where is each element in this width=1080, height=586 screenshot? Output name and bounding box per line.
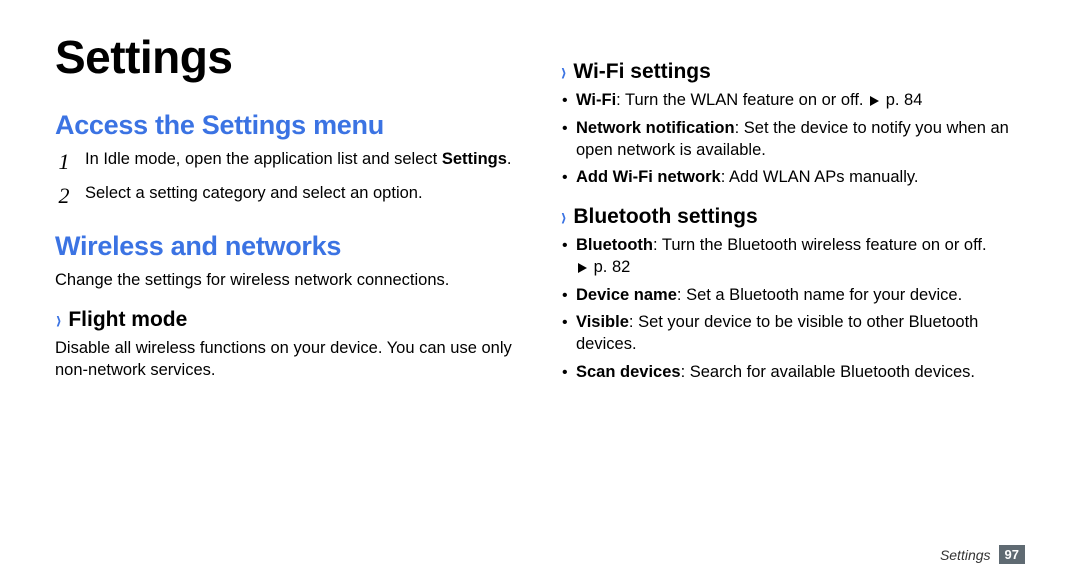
wifi-list: Wi-Fi: Turn the WLAN feature on or off. …	[560, 90, 1025, 189]
step-number: 2	[55, 185, 73, 207]
list-item: Scan devices: Search for available Bluet…	[560, 362, 1025, 384]
step-pre: Select a setting category and select an …	[85, 184, 423, 202]
page-title: Settings	[55, 30, 520, 84]
steps-list: 1 In Idle mode, open the application lis…	[55, 149, 520, 207]
item-bold: Add Wi-Fi network	[576, 168, 721, 186]
subheading-bluetooth-settings: › Bluetooth settings	[560, 205, 1025, 229]
list-item: Wi-Fi: Turn the WLAN feature on or off. …	[560, 90, 1025, 112]
subheading-text: Flight mode	[68, 308, 187, 332]
step-row: 2 Select a setting category and select a…	[55, 183, 520, 207]
subheading-wifi-settings: › Wi-Fi settings	[560, 60, 1025, 84]
footer-section: Settings	[940, 547, 991, 563]
step-bold: Settings	[442, 150, 507, 168]
list-item: Bluetooth: Turn the Bluetooth wireless f…	[560, 235, 1025, 279]
item-ref: p. 84	[886, 91, 923, 109]
step-text: In Idle mode, open the application list …	[85, 149, 512, 171]
ref-triangle-icon	[870, 96, 879, 106]
item-text: : Set your device to be visible to other…	[576, 313, 978, 353]
heading-wireless-networks: Wireless and networks	[55, 231, 520, 262]
item-bold: Bluetooth	[576, 236, 653, 254]
subheading-text: Wi-Fi settings	[573, 60, 710, 84]
item-text: : Turn the Bluetooth wireless feature on…	[653, 236, 987, 254]
list-item: Add Wi-Fi network: Add WLAN APs manually…	[560, 167, 1025, 189]
step-number: 1	[55, 151, 73, 173]
item-text: : Add WLAN APs manually.	[721, 168, 919, 186]
right-column: › Wi-Fi settings Wi-Fi: Turn the WLAN fe…	[560, 30, 1025, 390]
step-post: .	[507, 150, 512, 168]
subheading-flight-mode: › Flight mode	[55, 308, 520, 332]
step-pre: In Idle mode, open the application list …	[85, 150, 442, 168]
item-text: : Turn the WLAN feature on or off.	[616, 91, 868, 109]
item-bold: Scan devices	[576, 363, 681, 381]
list-item: Device name: Set a Bluetooth name for yo…	[560, 285, 1025, 307]
left-column: Settings Access the Settings menu 1 In I…	[55, 30, 520, 390]
item-bold: Wi-Fi	[576, 91, 616, 109]
flight-mode-text: Disable all wireless functions on your d…	[55, 338, 520, 382]
page-footer: Settings 97	[940, 545, 1025, 564]
chevron-icon: ›	[561, 59, 566, 85]
page-number-badge: 97	[999, 545, 1025, 564]
list-item: Visible: Set your device to be visible t…	[560, 312, 1025, 356]
list-item: Network notification: Set the device to …	[560, 118, 1025, 162]
item-text: : Set a Bluetooth name for your device.	[677, 286, 962, 304]
heading-access-settings: Access the Settings menu	[55, 110, 520, 141]
wireless-intro: Change the settings for wireless network…	[55, 270, 520, 292]
subheading-text: Bluetooth settings	[573, 205, 757, 229]
item-ref: p. 82	[594, 258, 631, 276]
item-bold: Network notification	[576, 119, 735, 137]
item-text: : Search for available Bluetooth devices…	[681, 363, 975, 381]
ref-triangle-icon	[578, 263, 587, 273]
step-text: Select a setting category and select an …	[85, 183, 423, 205]
chevron-icon: ›	[561, 204, 566, 230]
chevron-icon: ›	[56, 307, 61, 333]
item-bold: Visible	[576, 313, 629, 331]
bluetooth-list: Bluetooth: Turn the Bluetooth wireless f…	[560, 235, 1025, 384]
item-bold: Device name	[576, 286, 677, 304]
step-row: 1 In Idle mode, open the application lis…	[55, 149, 520, 173]
